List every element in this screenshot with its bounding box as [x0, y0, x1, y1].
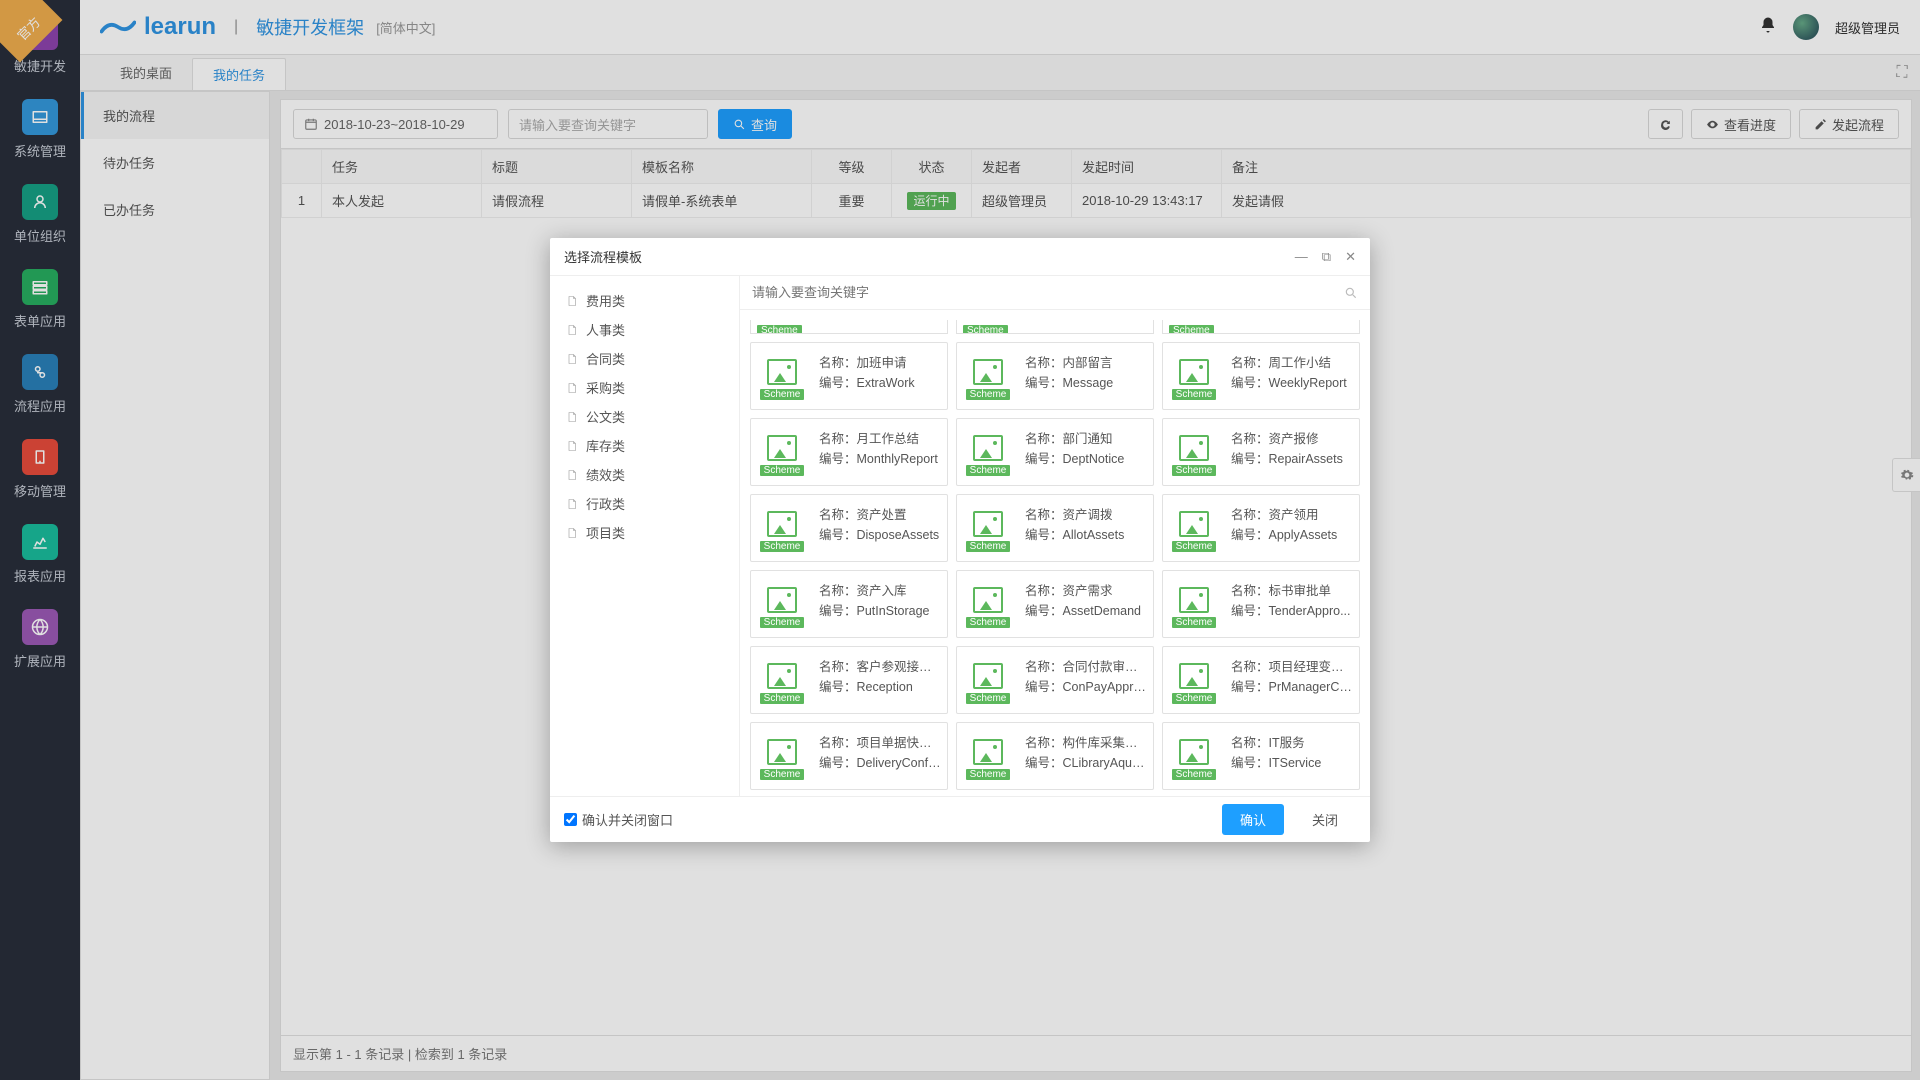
scheme-icon — [767, 511, 797, 537]
scheme-icon — [1179, 663, 1209, 689]
template-modal: 选择流程模板 — ⧉ ✕ 费用类人事类合同类采购类公文类库存类绩效类行政类项目类… — [550, 238, 1370, 842]
template-card-peek: Scheme — [750, 320, 948, 334]
template-card[interactable]: Scheme名称：资产处置编号：DisposeAssets — [750, 494, 948, 562]
scheme-icon — [973, 435, 1003, 461]
scheme-icon — [1179, 739, 1209, 765]
file-icon — [566, 382, 578, 394]
scheme-icon — [1179, 435, 1209, 461]
modal-search-input[interactable] — [752, 285, 1344, 300]
scheme-icon — [767, 359, 797, 385]
template-card[interactable]: Scheme名称：资产调拨编号：AllotAssets — [956, 494, 1154, 562]
template-card[interactable]: Scheme名称：构件库采集流程编号：CLibraryAquis... — [956, 722, 1154, 790]
scheme-icon — [973, 739, 1003, 765]
file-icon — [566, 411, 578, 423]
scheme-icon — [1179, 359, 1209, 385]
file-icon — [566, 295, 578, 307]
template-card[interactable]: Scheme名称：周工作小结编号：WeeklyReport — [1162, 342, 1360, 410]
scheme-icon — [973, 511, 1003, 537]
template-card[interactable]: Scheme名称：IT服务编号：ITService — [1162, 722, 1360, 790]
modal-title: 选择流程模板 — [564, 247, 642, 266]
category-item[interactable]: 项目类 — [564, 518, 725, 547]
search-icon — [1344, 286, 1358, 300]
maximize-icon[interactable]: ⧉ — [1322, 249, 1331, 265]
scheme-icon — [1179, 587, 1209, 613]
template-card[interactable]: Scheme名称：项目经理变更...编号：PrManagerCh... — [1162, 646, 1360, 714]
template-card[interactable]: Scheme名称：客户参观接待...编号：Reception — [750, 646, 948, 714]
category-item[interactable]: 行政类 — [564, 489, 725, 518]
file-icon — [566, 440, 578, 452]
template-card[interactable]: Scheme名称：部门通知编号：DeptNotice — [956, 418, 1154, 486]
scheme-icon — [973, 663, 1003, 689]
template-card[interactable]: Scheme名称：合同付款审批...编号：ConPayAppro... — [956, 646, 1154, 714]
template-card[interactable]: Scheme名称：内部留言编号：Message — [956, 342, 1154, 410]
file-icon — [566, 527, 578, 539]
category-item[interactable]: 公文类 — [564, 402, 725, 431]
template-card-grid: Scheme Scheme Scheme Scheme名称：加班申请编号：ExtraW… — [740, 310, 1370, 796]
template-card-peek: Scheme — [956, 320, 1154, 334]
category-item[interactable]: 库存类 — [564, 431, 725, 460]
scheme-icon — [767, 587, 797, 613]
file-icon — [566, 469, 578, 481]
file-icon — [566, 498, 578, 510]
close-on-ok-checkbox[interactable]: 确认并关闭窗口 — [564, 810, 673, 829]
category-item[interactable]: 人事类 — [564, 315, 725, 344]
file-icon — [566, 324, 578, 336]
template-card[interactable]: Scheme名称：资产需求编号：AssetDemand — [956, 570, 1154, 638]
ok-button[interactable]: 确认 — [1222, 804, 1284, 835]
scheme-icon — [973, 359, 1003, 385]
template-card[interactable]: Scheme名称：加班申请编号：ExtraWork — [750, 342, 948, 410]
modal-header: 选择流程模板 — ⧉ ✕ — [550, 238, 1370, 276]
scheme-icon — [767, 435, 797, 461]
category-item[interactable]: 采购类 — [564, 373, 725, 402]
template-card[interactable]: Scheme名称：资产入库编号：PutInStorage — [750, 570, 948, 638]
template-card[interactable]: Scheme名称：月工作总结编号：MonthlyReport — [750, 418, 948, 486]
template-card[interactable]: Scheme名称：项目单据快递...编号：DeliveryConfirm — [750, 722, 948, 790]
template-card[interactable]: Scheme名称：标书审批单编号：TenderAppro... — [1162, 570, 1360, 638]
cancel-button[interactable]: 关闭 — [1294, 804, 1356, 835]
modal-footer: 确认并关闭窗口 确认 关闭 — [550, 796, 1370, 842]
scheme-icon — [767, 663, 797, 689]
category-item[interactable]: 费用类 — [564, 286, 725, 315]
modal-search[interactable] — [740, 276, 1370, 310]
template-card[interactable]: Scheme名称：资产领用编号：ApplyAssets — [1162, 494, 1360, 562]
minimize-icon[interactable]: — — [1295, 249, 1308, 265]
modal-overlay: 选择流程模板 — ⧉ ✕ 费用类人事类合同类采购类公文类库存类绩效类行政类项目类… — [0, 0, 1920, 1080]
close-icon[interactable]: ✕ — [1345, 249, 1356, 265]
category-item[interactable]: 绩效类 — [564, 460, 725, 489]
template-card[interactable]: Scheme名称：资产报修编号：RepairAssets — [1162, 418, 1360, 486]
category-item[interactable]: 合同类 — [564, 344, 725, 373]
scheme-icon — [1179, 511, 1209, 537]
scheme-icon — [973, 587, 1003, 613]
scheme-icon — [767, 739, 797, 765]
template-card-peek: Scheme — [1162, 320, 1360, 334]
file-icon — [566, 353, 578, 365]
category-list: 费用类人事类合同类采购类公文类库存类绩效类行政类项目类 — [550, 276, 740, 796]
